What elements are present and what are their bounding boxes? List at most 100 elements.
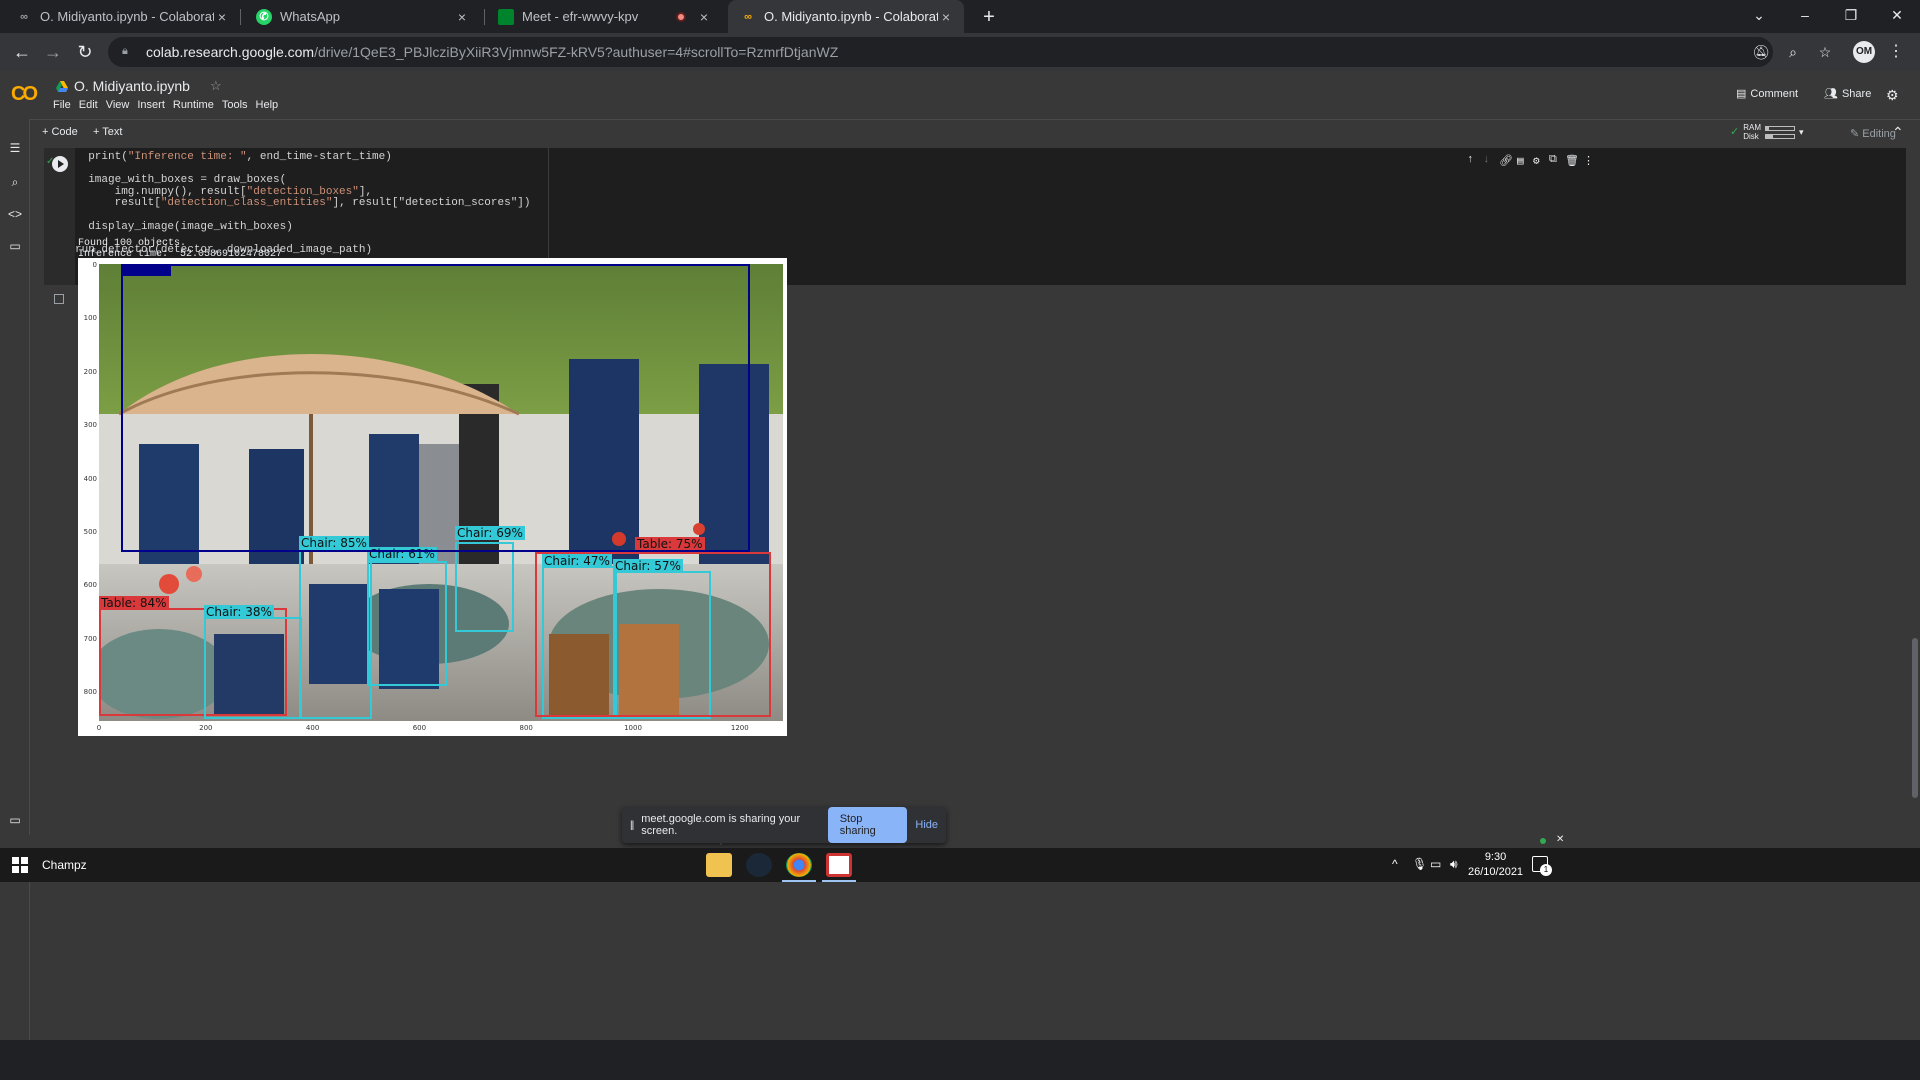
move-down-icon[interactable]: ↓ bbox=[1483, 154, 1490, 166]
network-icon[interactable]: ▭ bbox=[1430, 857, 1441, 871]
comment-cell-icon[interactable]: ▤ bbox=[1517, 154, 1524, 168]
collapse-header-icon[interactable]: ⌃ bbox=[1892, 124, 1904, 141]
ram-disk-indicator[interactable]: ✓ RAM Disk ▾ bbox=[1730, 123, 1804, 141]
menu-edit[interactable]: Edit bbox=[79, 99, 104, 111]
share-button[interactable]: 👥︎ Share bbox=[1824, 87, 1871, 101]
detection-box bbox=[204, 617, 302, 719]
restore-icon[interactable]: ❐ bbox=[1828, 0, 1874, 33]
comment-button[interactable]: ▤ Comment bbox=[1736, 87, 1798, 101]
drive-icon bbox=[56, 80, 68, 92]
code-text: print( bbox=[75, 151, 128, 163]
menu-bar: File Edit View Insert Runtime Tools Help bbox=[53, 99, 286, 111]
tab-search-icon[interactable]: ⌄ bbox=[1736, 0, 1782, 33]
detection-box bbox=[299, 549, 372, 719]
tab-whatsapp[interactable]: ✆ WhatsApp × bbox=[244, 0, 480, 33]
detection-figure: 0 100 200 300 400 500 600 700 800 Table:… bbox=[78, 258, 787, 736]
windows-start-icon[interactable] bbox=[12, 857, 28, 873]
x-tick-label: 600 bbox=[412, 724, 427, 732]
tab-title: WhatsApp bbox=[280, 9, 340, 24]
zoom-icon[interactable]: ⌕ bbox=[1782, 41, 1804, 63]
colab-header: CO O. Midiyanto.ipynb ☆ File Edit View I… bbox=[0, 71, 1920, 119]
menu-insert[interactable]: Insert bbox=[137, 99, 171, 111]
search-icon[interactable]: ⌕ bbox=[6, 173, 24, 191]
notebook-title[interactable]: O. Midiyanto.ipynb bbox=[74, 78, 190, 94]
window-close-icon[interactable]: ✕ bbox=[1874, 0, 1920, 33]
chrome-icon[interactable] bbox=[786, 853, 812, 877]
code-text: result[ bbox=[75, 197, 161, 210]
bookmark-star-icon[interactable]: ☆ bbox=[1814, 41, 1836, 63]
move-up-icon[interactable]: ↑ bbox=[1467, 154, 1474, 166]
code-string: "Inference time: " bbox=[127, 151, 247, 163]
settings-gear-icon[interactable]: ⚙ bbox=[1886, 87, 1899, 104]
cell-settings-icon[interactable]: ⚙ bbox=[1533, 154, 1540, 168]
tray-expand-icon[interactable]: ^ bbox=[1392, 857, 1398, 871]
tab-colab-active[interactable]: ∞ O. Midiyanto.ipynb - Colaborator × bbox=[728, 0, 964, 33]
menu-tools[interactable]: Tools bbox=[222, 99, 254, 111]
output-icon[interactable] bbox=[54, 294, 64, 304]
menu-runtime[interactable]: Runtime bbox=[173, 99, 220, 111]
code-snippets-icon[interactable]: <> bbox=[6, 205, 24, 223]
menu-view[interactable]: View bbox=[106, 99, 136, 111]
colab-logo[interactable]: CO bbox=[11, 83, 38, 106]
tab-colab-1[interactable]: ∞ O. Midiyanto.ipynb - Colaborator × bbox=[4, 0, 240, 33]
detection-box bbox=[455, 542, 514, 632]
y-tick-label: 800 bbox=[83, 688, 97, 697]
hide-button[interactable]: Hide bbox=[915, 819, 938, 831]
share-icon: 👥︎ bbox=[1824, 88, 1838, 100]
code-cell[interactable]: ✓ print("Inference time: ", end_time-sta… bbox=[44, 148, 1906, 910]
editing-mode[interactable]: ✎ Editing bbox=[1850, 127, 1896, 140]
back-icon[interactable]: ← bbox=[8, 38, 36, 66]
terminal-icon[interactable]: ▭ bbox=[6, 811, 24, 829]
more-icon[interactable]: ⋮ bbox=[1583, 154, 1594, 168]
steam-icon[interactable] bbox=[746, 853, 772, 877]
profile-avatar[interactable]: OM bbox=[1853, 41, 1875, 63]
mirror-cell-icon[interactable]: ⧉ bbox=[1549, 154, 1557, 166]
stop-sharing-button[interactable]: Stop sharing bbox=[827, 807, 908, 843]
media-app-icon[interactable] bbox=[826, 853, 852, 877]
file-explorer-icon[interactable] bbox=[706, 853, 732, 877]
tab-meet[interactable]: Meet - efr-wwvy-kpv × bbox=[486, 0, 722, 33]
taskbar-search-label[interactable]: Champz bbox=[42, 858, 87, 872]
browser-menu-icon[interactable]: ⋮ bbox=[1888, 41, 1904, 63]
star-icon[interactable]: ☆ bbox=[210, 78, 222, 94]
minimize-icon[interactable]: – bbox=[1782, 0, 1828, 33]
add-code-button[interactable]: + Code bbox=[42, 126, 78, 138]
table-of-contents-icon[interactable]: ☰ bbox=[6, 139, 24, 157]
chrome-active-indicator bbox=[782, 880, 816, 882]
files-icon[interactable]: ▭ bbox=[6, 237, 24, 255]
delete-icon[interactable]: 🗑︎ bbox=[1565, 154, 1579, 168]
status-close-icon[interactable]: ✕ bbox=[1556, 834, 1564, 845]
close-icon[interactable]: × bbox=[696, 9, 712, 25]
run-cell-button[interactable] bbox=[52, 156, 68, 172]
menu-help[interactable]: Help bbox=[256, 99, 285, 111]
whatsapp-icon: ✆ bbox=[256, 8, 272, 25]
code-string: "detection_class_entities" bbox=[160, 197, 333, 210]
code-text: ], result["detection_scores"]) bbox=[332, 197, 531, 210]
menu-file[interactable]: File bbox=[53, 99, 77, 111]
notebook-scrollbar[interactable] bbox=[1912, 638, 1918, 798]
add-text-button[interactable]: + Text bbox=[93, 126, 122, 138]
taskbar-clock[interactable]: 9:30 26/10/2021 bbox=[1468, 850, 1523, 880]
detection-label: Chair: 38% bbox=[204, 605, 274, 619]
tab-separator bbox=[240, 9, 241, 25]
address-bar[interactable]: 🔒︎ colab.research.google.com /drive/1QeE… bbox=[108, 37, 1773, 67]
close-icon[interactable]: × bbox=[214, 9, 230, 25]
notifications-blocked-icon[interactable]: 🔕︎ bbox=[1750, 41, 1772, 63]
close-icon[interactable]: × bbox=[938, 9, 954, 25]
browser-toolbar: ← → ↻ 🔒︎ colab.research.google.com /driv… bbox=[0, 33, 1920, 71]
disk-bar bbox=[1765, 133, 1795, 139]
volume-icon[interactable]: 🔊︎ bbox=[1450, 857, 1458, 872]
code-line: display_image(image_with_boxes) bbox=[75, 221, 293, 233]
windows-taskbar: Champz ^ 🎙︎ ▭ 🔊︎ 9:30 26/10/2021 1 bbox=[0, 848, 1920, 882]
reload-icon[interactable]: ↻ bbox=[71, 38, 99, 66]
forward-icon[interactable]: → bbox=[39, 38, 67, 66]
close-icon[interactable]: × bbox=[454, 9, 470, 25]
y-tick-label: 300 bbox=[83, 421, 97, 430]
microphone-icon[interactable]: 🎙︎ bbox=[1412, 857, 1427, 871]
status-line: completed at 9:27 AM ✕ bbox=[0, 834, 1920, 848]
drag-handle-icon[interactable]: || bbox=[630, 820, 634, 831]
chevron-down-icon[interactable]: ▾ bbox=[1799, 127, 1804, 137]
new-tab-button[interactable]: + bbox=[978, 6, 1000, 28]
colab-icon: ∞ bbox=[20, 10, 28, 23]
link-icon[interactable]: 🔗︎ bbox=[1499, 154, 1513, 168]
